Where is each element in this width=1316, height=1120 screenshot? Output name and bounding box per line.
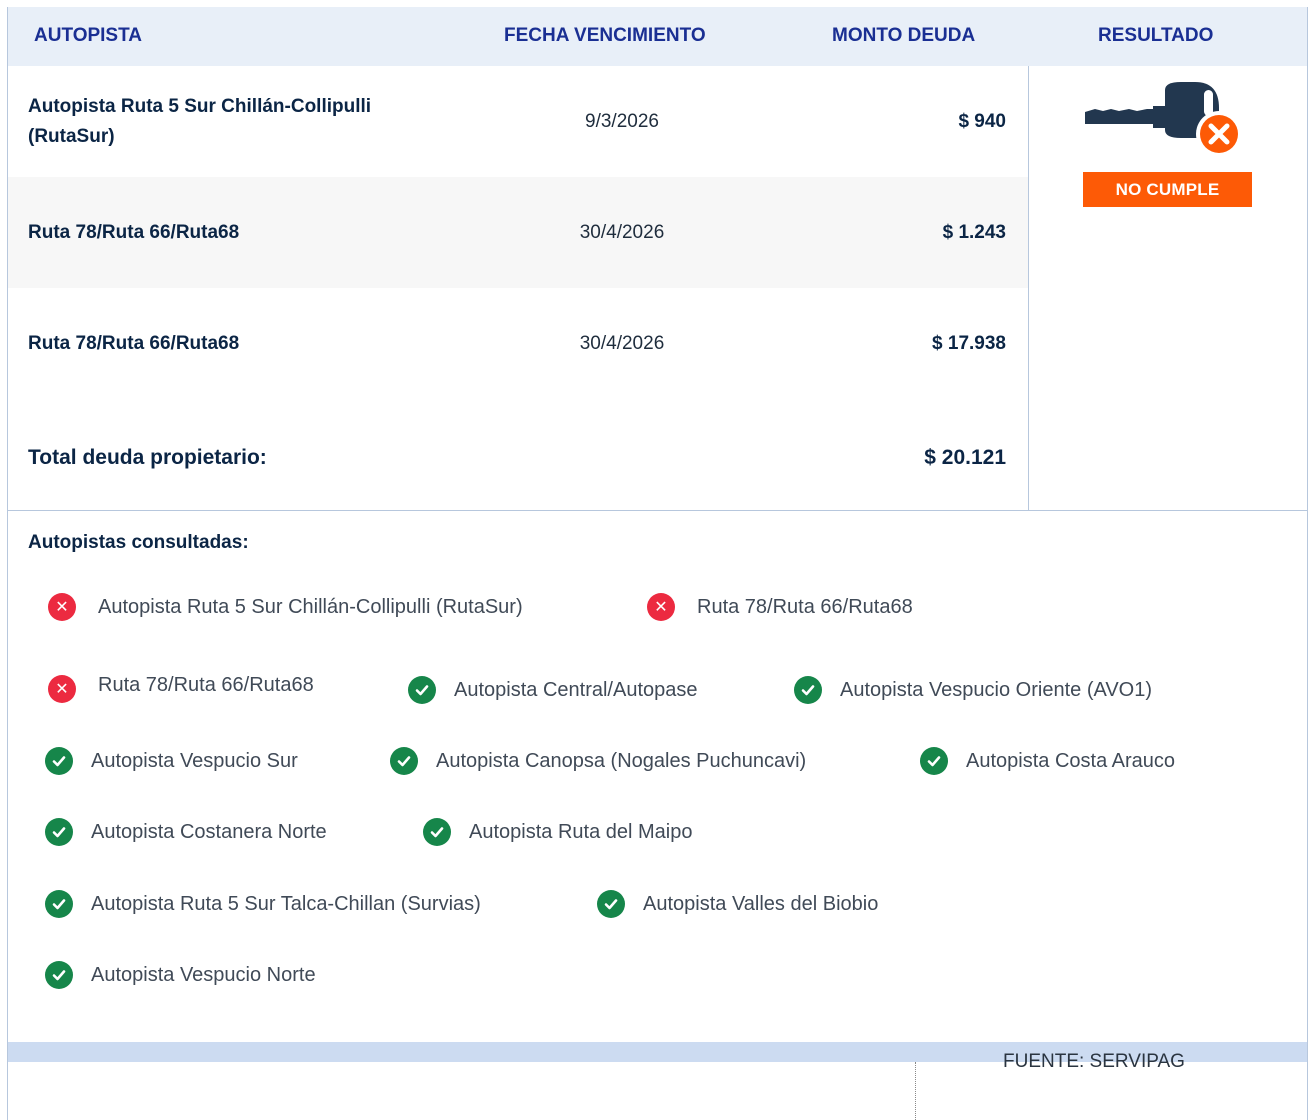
check-icon	[408, 676, 436, 704]
total-value: $ 20.121	[924, 445, 1006, 469]
list-item-label: Autopista Ruta 5 Sur Talca-Chillan (Surv…	[91, 892, 481, 915]
fail-icon: ✕	[48, 675, 76, 703]
list-item-label: Autopista Vespucio Sur	[91, 749, 298, 772]
header-resultado: RESULTADO	[1098, 25, 1214, 46]
list-item-label: Autopista Central/Autopase	[454, 678, 698, 701]
header-fecha-vencimiento: FECHA VENCIMIENTO	[504, 25, 706, 46]
list-item-label: Autopista Ruta del Maipo	[469, 820, 693, 843]
table-row: Ruta 78/Ruta 66/Ruta68 30/4/2026 $ 1.243	[8, 177, 1028, 288]
total-row: Total deuda propietario: $ 20.121	[8, 402, 1028, 513]
list-item-label: Autopista Costa Arauco	[966, 749, 1176, 772]
row-autopista: Ruta 78/Ruta 66/Ruta68	[28, 332, 240, 354]
consulted-title: Autopistas consultadas:	[28, 532, 249, 553]
list-item-label: Ruta 78/Ruta 66/Ruta68	[98, 673, 314, 696]
section-divider	[8, 510, 1307, 511]
check-icon	[597, 890, 625, 918]
list-item-label: Autopista Vespucio Oriente (AVO1)	[840, 678, 1153, 701]
list-item: ✕ Ruta 78/Ruta 66/Ruta68	[48, 673, 314, 703]
list-item: Autopista Ruta 5 Sur Talca-Chillan (Surv…	[45, 890, 481, 918]
list-item: Autopista Ruta del Maipo	[423, 818, 692, 846]
row-fecha: 30/4/2026	[579, 332, 665, 354]
list-item-label: Autopista Valles del Biobio	[643, 892, 879, 915]
check-icon	[920, 747, 948, 775]
table-row: Autopista Ruta 5 Sur Chillán-Collipulli …	[8, 66, 1028, 177]
column-divider	[1028, 66, 1029, 510]
fail-icon: ✕	[647, 593, 675, 621]
header-monto-deuda: MONTO DEUDA	[832, 25, 976, 46]
check-icon	[45, 818, 73, 846]
list-item-label: Autopista Vespucio Norte	[91, 963, 316, 986]
table-header: AUTOPISTA FECHA VENCIMIENTO MONTO DEUDA …	[8, 7, 1307, 66]
list-item: Autopista Valles del Biobio	[597, 890, 878, 918]
key-with-x-icon	[1085, 82, 1242, 157]
row-monto: $ 940	[958, 110, 1006, 132]
list-item-label: Ruta 78/Ruta 66/Ruta68	[697, 595, 913, 618]
list-item-label: Autopista Canopsa (Nogales Puchuncavi)	[436, 749, 807, 772]
row-fecha: 9/3/2026	[585, 110, 659, 132]
list-item: Autopista Central/Autopase	[408, 676, 698, 704]
list-item: Autopista Costa Arauco	[920, 747, 1175, 775]
check-icon	[423, 818, 451, 846]
source-label: FUENTE: SERVIPAG	[1003, 1051, 1185, 1072]
row-monto: $ 17.938	[932, 332, 1006, 354]
row-monto: $ 1.243	[942, 221, 1006, 243]
row-fecha: 30/4/2026	[579, 221, 665, 243]
list-item: Autopista Canopsa (Nogales Puchuncavi)	[390, 747, 806, 775]
list-item: ✕ Autopista Ruta 5 Sur Chillán-Collipull…	[48, 593, 523, 621]
check-icon	[390, 747, 418, 775]
row-autopista: Autopista Ruta 5 Sur Chillán-Collipulli …	[28, 95, 372, 147]
fail-icon: ✕	[48, 593, 76, 621]
table-row: Ruta 78/Ruta 66/Ruta68 30/4/2026 $ 17.93…	[8, 288, 1028, 399]
check-icon	[45, 890, 73, 918]
list-item: Autopista Vespucio Sur	[45, 747, 298, 775]
header-autopista: AUTOPISTA	[34, 25, 143, 46]
list-item-label: Autopista Costanera Norte	[91, 820, 327, 843]
list-item-label: Autopista Ruta 5 Sur Chillán-Collipulli …	[98, 595, 523, 618]
result-badge: NO CUMPLE	[1083, 172, 1252, 207]
list-item: Autopista Vespucio Norte	[45, 961, 316, 989]
check-icon	[794, 676, 822, 704]
list-item: Autopista Costanera Norte	[45, 818, 327, 846]
check-icon	[45, 747, 73, 775]
list-item: Autopista Vespucio Oriente (AVO1)	[794, 676, 1152, 704]
total-label: Total deuda propietario:	[28, 445, 267, 469]
footer-divider	[915, 1062, 916, 1120]
list-item: ✕ Ruta 78/Ruta 66/Ruta68	[647, 593, 913, 621]
check-icon	[45, 961, 73, 989]
row-autopista: Ruta 78/Ruta 66/Ruta68	[28, 221, 240, 243]
